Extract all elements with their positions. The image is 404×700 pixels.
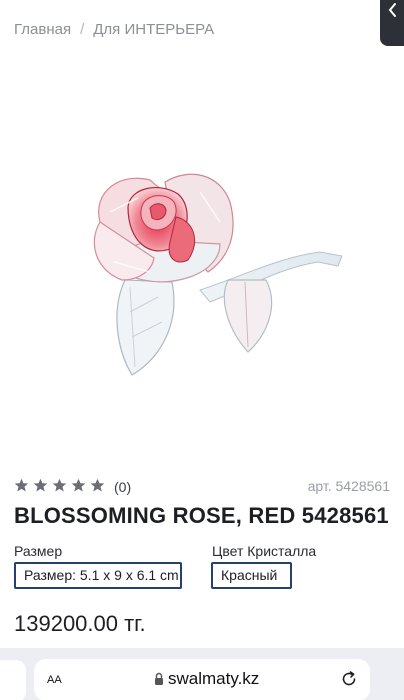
text-size-button[interactable]: AA [47,670,62,687]
crystal-color-label: Цвет Кристалла [212,543,317,559]
breadcrumb-current-link[interactable]: Для ИНТЕРЬЕРА [93,21,214,38]
size-label: Размер [14,543,63,559]
previous-tab-preview[interactable] [0,660,26,700]
size-option[interactable]: Размер: 5.1 x 9 x 6.1 cm [14,562,182,589]
rating-stars[interactable] [14,478,105,493]
product-price: 139200.00 тг. [14,611,146,636]
url-text[interactable]: swalmaty.kz [168,669,259,689]
star-icon[interactable] [14,478,29,493]
product-image[interactable] [80,162,360,397]
breadcrumb-separator: / [80,21,85,38]
url-field[interactable]: AA swalmaty.kz [34,659,370,700]
breadcrumb-home-link[interactable]: Главная [14,21,71,38]
star-icon[interactable] [33,478,48,493]
breadcrumb: Главная / Для ИНТЕРЬЕРА [14,21,214,38]
star-icon[interactable] [71,478,86,493]
text-size-label: AA [47,674,62,686]
star-icon[interactable] [90,478,105,493]
crystal-color-option[interactable]: Красный [211,562,292,589]
reload-icon[interactable] [340,670,358,688]
star-icon[interactable] [52,478,67,493]
product-title: BLOSSOMING ROSE, RED 5428561 [14,503,389,528]
browser-address-bar: AA swalmaty.kz [0,648,404,700]
lock-icon [155,672,163,685]
side-panel-tab[interactable] [380,0,404,46]
product-sku: арт. 5428561 [307,478,390,494]
review-count[interactable]: (0) [114,479,131,495]
rating-row: (0) арт. 5428561 [14,478,390,496]
chevron-left-icon [388,3,396,17]
